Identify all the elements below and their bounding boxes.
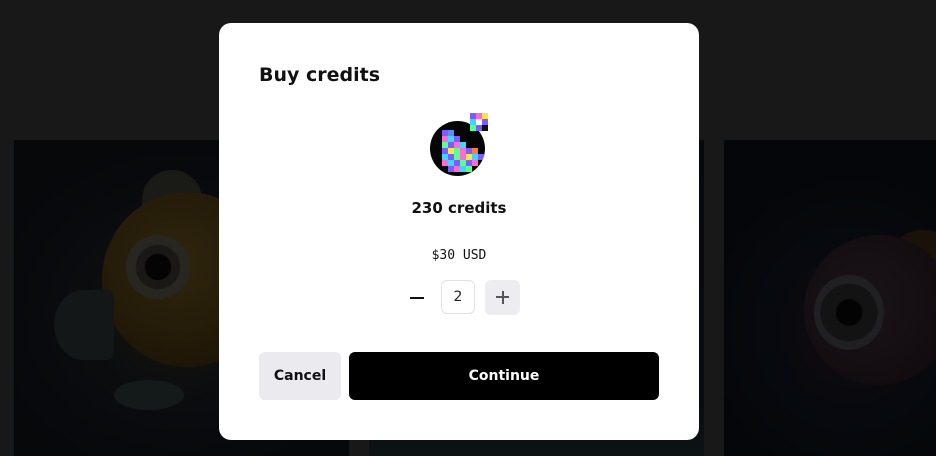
avatar-pixel: [482, 125, 488, 131]
fish-eye: [126, 235, 190, 299]
gallery-card: [724, 140, 936, 456]
fish-fin: [114, 380, 184, 410]
avatar-badge-icon: [470, 113, 488, 131]
dialog-title: Buy credits: [259, 64, 381, 86]
fish-eye: [814, 275, 884, 350]
avatar-pixel: [478, 166, 484, 172]
credits-amount: 230 credits: [411, 199, 507, 217]
avatar-pixels: [442, 130, 484, 172]
increment-button[interactable]: [485, 280, 520, 315]
quantity-input[interactable]: 2: [441, 280, 475, 314]
buy-credits-dialog: Buy credits 230 credits $30 USD 2 Cancel…: [219, 23, 699, 440]
price-label: $30 USD: [431, 248, 487, 263]
quantity-stepper: 2: [400, 280, 520, 316]
minus-icon: [410, 297, 424, 299]
avatar: [430, 113, 488, 176]
fish-fin: [54, 290, 114, 360]
continue-button[interactable]: Continue: [349, 352, 659, 400]
decrement-button[interactable]: [400, 280, 434, 316]
cancel-button[interactable]: Cancel: [259, 352, 341, 400]
